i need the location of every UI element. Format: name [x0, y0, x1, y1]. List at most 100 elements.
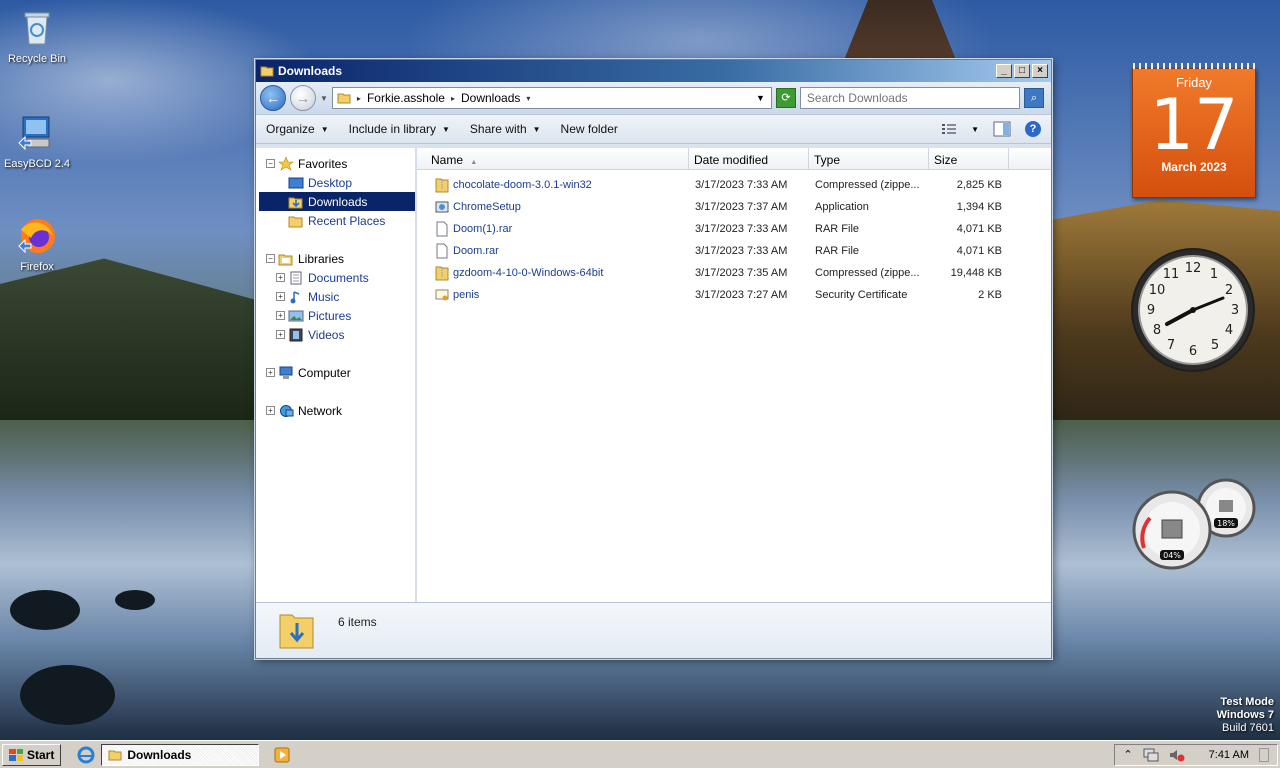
nav-item-computer[interactable]: + Computer — [256, 363, 415, 382]
desktop-icon-easybcd[interactable]: EasyBCD 2.4 — [0, 113, 74, 170]
organize-menu[interactable]: Organize ▼ — [266, 122, 329, 136]
breadcrumb-separator-icon[interactable]: ▾ — [526, 94, 530, 103]
refresh-button[interactable]: ⟳ — [775, 88, 796, 108]
search-input[interactable] — [806, 91, 997, 105]
share-with-menu[interactable]: Share with ▼ — [470, 122, 541, 136]
collapse-icon[interactable]: − — [266, 254, 275, 263]
breadcrumb-separator-icon[interactable]: ▸ — [451, 94, 455, 103]
easybcd-icon — [18, 116, 50, 151]
expand-icon[interactable]: + — [266, 368, 275, 377]
network-status-icon[interactable] — [1143, 748, 1159, 762]
expand-icon[interactable]: + — [266, 406, 275, 415]
explorer-window: Downloads _ □ × ← → ▼ ▸ Forkie.asshole ▸… — [255, 59, 1052, 659]
svg-text:12: 12 — [1185, 261, 1202, 276]
search-box[interactable] — [799, 87, 1020, 109]
chevron-down-icon[interactable]: ▼ — [971, 125, 979, 134]
new-folder-button[interactable]: New folder — [561, 122, 618, 136]
nav-item-documents[interactable]: + Documents — [256, 268, 415, 287]
show-desktop-button[interactable] — [1259, 747, 1269, 762]
file-row[interactable]: chocolate-doom-3.0.1-win32 3/17/2023 7:3… — [417, 174, 1051, 196]
test-mode-watermark: Test Mode Windows 7 Build 7601 — [1217, 696, 1274, 735]
nav-item-downloads[interactable]: Downloads — [259, 192, 415, 211]
file-row[interactable]: penis 3/17/2023 7:27 AM Security Certifi… — [417, 284, 1051, 306]
internet-explorer-icon[interactable] — [77, 746, 95, 764]
view-options-icon[interactable] — [941, 122, 957, 136]
column-date[interactable]: Date modified — [689, 148, 809, 169]
window-titlebar[interactable]: Downloads _ □ × — [256, 60, 1051, 82]
volume-muted-icon[interactable] — [1169, 748, 1185, 762]
watermark-line: Windows 7 — [1216, 709, 1274, 721]
recent-pages-dropdown-icon[interactable]: ▼ — [320, 94, 328, 103]
network-icon — [280, 404, 294, 417]
nav-item-pictures[interactable]: + Pictures — [256, 306, 415, 325]
file-row[interactable]: Doom(1).rar 3/17/2023 7:33 AM RAR File 4… — [417, 218, 1051, 240]
close-button[interactable]: × — [1032, 64, 1048, 78]
expand-icon[interactable]: + — [276, 330, 285, 339]
svg-text:11: 11 — [1163, 267, 1180, 282]
nav-item-label: Recent Places — [308, 213, 386, 228]
file-date: 3/17/2023 7:37 AM — [695, 201, 788, 213]
file-row[interactable]: gzdoom-4-10-0-Windows-64bit 3/17/2023 7:… — [417, 262, 1051, 284]
watermark-line: Build 7601 — [1222, 722, 1274, 734]
svg-text:2: 2 — [1225, 283, 1233, 298]
desktop-icon-recycle-bin[interactable]: Recycle Bin — [0, 8, 74, 65]
nav-item-desktop[interactable]: Desktop — [256, 173, 415, 192]
svg-text:4: 4 — [1225, 323, 1233, 338]
file-date: 3/17/2023 7:33 AM — [695, 179, 788, 191]
column-type[interactable]: Type — [809, 148, 929, 169]
tray-clock[interactable]: 7:41 AM — [1209, 749, 1249, 761]
calendar-rings — [1133, 63, 1255, 69]
back-button[interactable]: ← — [260, 85, 286, 111]
address-dropdown-icon[interactable]: ▼ — [756, 93, 765, 103]
file-row[interactable]: Doom.rar 3/17/2023 7:33 AM RAR File 4,07… — [417, 240, 1051, 262]
nav-item-libraries[interactable]: − Libraries — [256, 249, 415, 268]
nav-item-music[interactable]: + Music — [256, 287, 415, 306]
cpu-meter-gadget[interactable]: 04% 18% — [1130, 478, 1260, 573]
file-date: 3/17/2023 7:33 AM — [695, 223, 788, 235]
breadcrumb-segment[interactable]: Downloads — [461, 91, 520, 105]
expand-icon[interactable]: + — [276, 273, 285, 282]
breadcrumb-separator-icon[interactable]: ▸ — [357, 94, 361, 103]
taskbar-button-downloads[interactable]: Downloads — [101, 743, 260, 766]
nav-item-videos[interactable]: + Videos — [256, 325, 415, 344]
column-name[interactable]: Name ▲ — [417, 148, 689, 169]
sort-ascending-icon: ▲ — [470, 159, 478, 166]
nav-item-network[interactable]: + Network — [256, 401, 415, 420]
expand-icon[interactable]: + — [276, 292, 285, 301]
libraries-icon — [278, 254, 293, 265]
system-tray: ⌃ 7:41 AM — [1114, 743, 1278, 766]
minimize-button[interactable]: _ — [996, 64, 1012, 78]
svg-text:7: 7 — [1167, 338, 1175, 353]
nav-item-recent-places[interactable]: Recent Places — [256, 211, 415, 230]
breadcrumb-segment[interactable]: Forkie.asshole — [367, 91, 445, 105]
chevron-down-icon: ▼ — [532, 124, 541, 134]
file-name: penis — [453, 289, 480, 301]
media-player-icon[interactable] — [273, 746, 291, 764]
file-type: Security Certificate — [815, 289, 908, 301]
nav-item-favorites[interactable]: − Favorites — [256, 154, 415, 173]
svg-text:1: 1 — [1210, 267, 1218, 282]
calendar-gadget[interactable]: Friday 17 March 2023 — [1132, 63, 1256, 198]
watermark-line: Test Mode — [1220, 696, 1274, 708]
taskbar: Start Downloads ⌃ 7:41 AM — [0, 740, 1280, 768]
include-in-library-menu[interactable]: Include in library ▼ — [349, 122, 450, 136]
help-icon[interactable]: ? — [1025, 121, 1041, 137]
column-size[interactable]: Size — [929, 148, 1009, 169]
desktop-icon-firefox[interactable]: Firefox — [0, 216, 74, 273]
expand-icon[interactable]: + — [276, 311, 285, 320]
desktop-icon — [288, 177, 304, 188]
file-row[interactable]: ChromeSetup 3/17/2023 7:37 AM Applicatio… — [417, 196, 1051, 218]
clock-gadget[interactable]: 12 12 345 678 91011 — [1131, 248, 1255, 372]
music-icon — [290, 290, 300, 303]
preview-pane-icon[interactable] — [993, 121, 1011, 137]
wallpaper-rock — [10, 590, 80, 630]
start-button[interactable]: Start — [2, 743, 62, 766]
file-type: RAR File — [815, 245, 860, 257]
address-bar[interactable]: ▸ Forkie.asshole ▸ Downloads ▾ ▼ — [331, 87, 772, 109]
show-hidden-icons-icon[interactable]: ⌃ — [1123, 748, 1132, 761]
search-icon[interactable]: ⌕ — [1023, 88, 1044, 108]
maximize-button[interactable]: □ — [1014, 64, 1030, 78]
collapse-icon[interactable]: − — [266, 159, 275, 168]
forward-button[interactable]: → — [290, 85, 316, 111]
file-icon — [436, 243, 448, 259]
